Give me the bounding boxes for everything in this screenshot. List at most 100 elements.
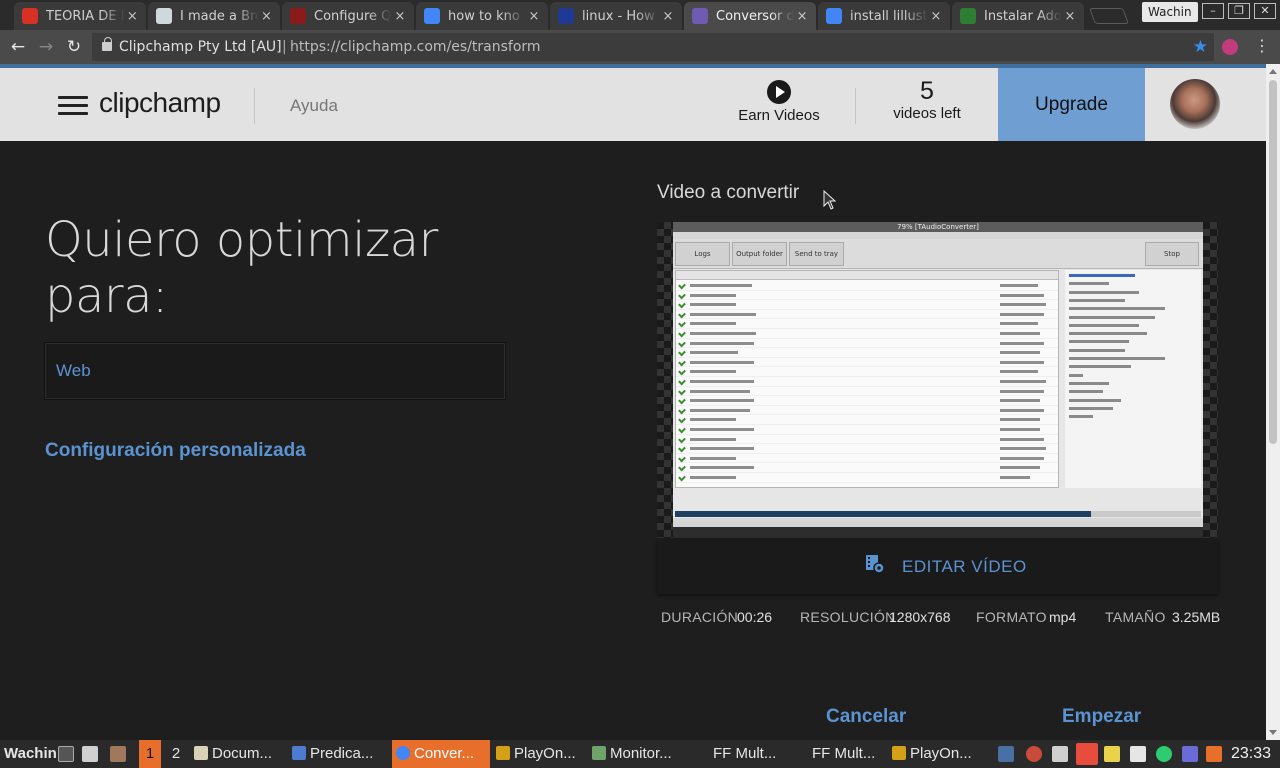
clipchamp-logo[interactable]: clipchamp <box>99 87 221 119</box>
thumbnail-setting-line <box>1069 290 1139 294</box>
url-text[interactable]: https://clipchamp.com/es/transform <box>290 33 541 61</box>
thumbnail-list-row <box>676 396 1058 406</box>
video-preview[interactable]: 79% [TAudioConverter] Logs Output folder… <box>657 222 1218 538</box>
cancel-button[interactable]: Cancelar <box>826 706 906 728</box>
layout-icon[interactable] <box>1206 746 1222 762</box>
thumbnail-setting-line <box>1069 282 1109 286</box>
alarm-clock-icon[interactable] <box>1026 746 1042 762</box>
hamburger-menu-icon[interactable] <box>58 96 88 115</box>
thumbnail-logs-button: Logs <box>675 242 730 266</box>
address-bar[interactable]: Clipchamp Pty Ltd [AU] | https://clipcha… <box>92 33 1214 61</box>
avatar[interactable] <box>1170 79 1220 129</box>
taskbar-item-playon-2[interactable]: PlayOn... <box>892 740 984 768</box>
browser-tab[interactable]: how to kno × <box>416 2 548 30</box>
browser-menu-icon[interactable]: ⋮ <box>1254 36 1270 55</box>
tab-favicon-icon <box>960 8 976 24</box>
check-icon <box>678 377 686 386</box>
thumbnail-row-status <box>1000 418 1040 422</box>
browser-tab[interactable]: Configure Q × <box>282 2 414 30</box>
taskbar-item-documents[interactable]: Docum... <box>194 740 288 768</box>
thumbnail-list-row <box>676 454 1058 464</box>
taskbar-item-playon[interactable]: PlayOn... <box>496 740 588 768</box>
forward-icon[interactable]: → <box>36 37 56 57</box>
browser-tab[interactable]: I made a Bre × <box>148 2 280 30</box>
thumbnail-row-status <box>1000 456 1044 460</box>
browser-tab[interactable]: TEORIA DE L × <box>14 2 146 30</box>
app-launcher-icon[interactable] <box>110 746 126 762</box>
window-user-badge[interactable]: Wachin <box>1142 2 1198 22</box>
tab-close-icon[interactable]: × <box>794 9 810 24</box>
extension-icon[interactable] <box>1222 39 1238 55</box>
close-window-icon[interactable]: ✕ <box>1254 3 1276 19</box>
volume-icon[interactable] <box>1052 746 1068 762</box>
meta-duration-value: 00:26 <box>737 609 773 625</box>
reload-icon[interactable]: ↻ <box>64 37 84 57</box>
check-icon <box>678 454 686 463</box>
taskbar-item-ffmulti-2[interactable]: FF Mult... <box>812 740 892 768</box>
taskbar-item-converter[interactable]: Conver... <box>392 740 490 768</box>
workspace-1[interactable]: 1 <box>139 740 161 768</box>
bookmark-star-icon[interactable]: ★ <box>1193 33 1208 61</box>
tab-close-icon[interactable]: × <box>928 9 944 24</box>
back-icon[interactable]: ← <box>8 37 28 57</box>
scroll-down-icon[interactable] <box>1269 730 1277 735</box>
tab-favicon-icon <box>156 8 172 24</box>
taskbar-item-monitor[interactable]: Monitor... <box>592 740 688 768</box>
thumbnail-list-header <box>676 271 1058 280</box>
tab-close-icon[interactable]: × <box>125 9 140 24</box>
network-icon[interactable] <box>998 746 1014 762</box>
upgrade-button[interactable]: Upgrade <box>998 68 1145 141</box>
browser-tab[interactable]: Instalar Ado × <box>952 2 1084 30</box>
restore-icon[interactable]: ❐ <box>1228 3 1250 19</box>
book-icon[interactable] <box>1130 746 1146 762</box>
file-manager-icon[interactable] <box>82 746 98 762</box>
thumbnail-row-name <box>690 380 754 383</box>
calendar-icon[interactable] <box>1076 743 1098 765</box>
edit-video-label: EDITAR VÍDEO <box>902 557 1027 576</box>
check-icon <box>678 329 686 338</box>
videos-left-counter: 5 videos left <box>870 77 984 122</box>
battery-icon[interactable] <box>1156 746 1172 762</box>
optimize-target-select[interactable]: Web <box>45 343 505 399</box>
tab-close-icon[interactable]: × <box>392 9 408 24</box>
taskbar-item-label: Monitor... <box>610 745 672 762</box>
thumbnail-setting-line <box>1069 323 1139 327</box>
earn-videos-button[interactable]: Earn Videos <box>722 80 836 124</box>
screen-icon[interactable] <box>1182 746 1198 762</box>
start-button[interactable]: Empezar <box>1062 706 1141 728</box>
tab-favicon-icon <box>290 8 306 24</box>
meta-duration-label: DURACIÓN <box>661 609 739 625</box>
tab-close-icon[interactable]: × <box>1062 9 1078 24</box>
notes-icon[interactable] <box>1104 746 1120 762</box>
thumbnail-row-name <box>690 293 736 297</box>
new-tab-button[interactable] <box>1089 8 1129 24</box>
thumbnail-setting-line <box>1069 398 1121 402</box>
browser-tab[interactable]: install lillust × <box>818 2 950 30</box>
check-icon <box>678 406 686 415</box>
scrollbar-thumb[interactable] <box>1269 80 1277 444</box>
thumbnail-setting-line <box>1069 274 1135 277</box>
minimize-icon[interactable]: – <box>1202 3 1224 19</box>
thumbnail-row-status <box>1000 303 1046 307</box>
browser-tab-strip: TEORIA DE L × I made a Bre × Configure Q… <box>0 0 1280 30</box>
custom-settings-link[interactable]: Configuración personalizada <box>45 440 306 462</box>
workspace-2[interactable]: 2 <box>168 740 184 768</box>
tab-close-icon[interactable]: × <box>660 9 676 24</box>
thumbnail-row-status <box>1000 370 1038 374</box>
browser-tab[interactable]: linux - How × <box>550 2 682 30</box>
terminal-icon[interactable] <box>58 746 74 762</box>
thumbnail-list-row <box>676 377 1058 387</box>
taskbar-item-ffmulti-1[interactable]: FF Mult... <box>713 740 803 768</box>
help-link[interactable]: Ayuda <box>290 96 338 116</box>
thumbnail-row-name <box>690 447 754 451</box>
page-scrollbar[interactable] <box>1266 64 1280 740</box>
browser-tab-active[interactable]: Conversor d × <box>684 2 816 30</box>
scroll-up-icon[interactable] <box>1269 69 1277 74</box>
taskbar-item-mail[interactable]: Predica... <box>292 740 388 768</box>
tab-close-icon[interactable]: × <box>526 9 542 24</box>
thumbnail-row-status <box>1000 447 1046 451</box>
edit-video-button[interactable]: EDITAR VÍDEO <box>657 538 1218 594</box>
meta-format-label: FORMATO <box>976 609 1047 625</box>
taskbar-user-menu[interactable]: Wachin <box>4 740 57 768</box>
tab-close-icon[interactable]: × <box>259 9 274 24</box>
